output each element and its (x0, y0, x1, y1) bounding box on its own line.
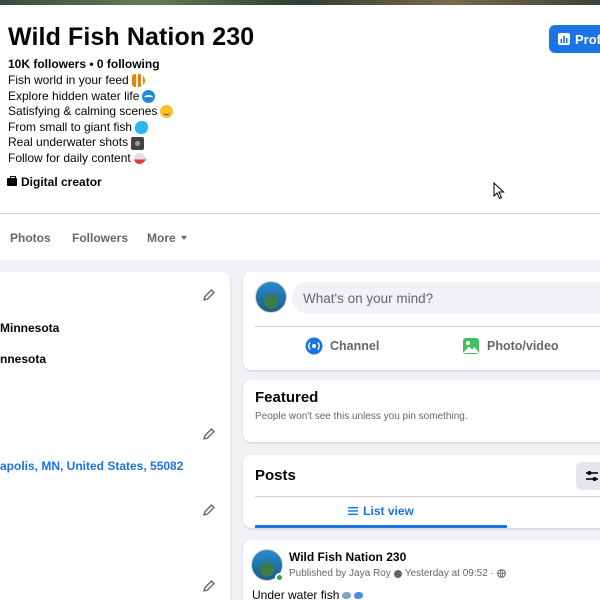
channel-button[interactable]: Channel (305, 334, 379, 358)
edit-icon[interactable] (202, 503, 216, 517)
bio-text: Explore hidden water life (8, 88, 140, 103)
intro-card: Minnesota nnesota apolis, MN, United Sta… (0, 272, 230, 600)
featured-subtitle: People won't see this unless you pin som… (255, 411, 468, 422)
tab-label: Followers (72, 231, 129, 245)
intro-hometown: nnesota (0, 352, 47, 366)
posts-card: Posts List view (243, 455, 600, 528)
list-icon (348, 507, 359, 515)
globe-icon (496, 569, 506, 578)
bio-line: Satisfying & calming scenes (8, 104, 174, 120)
tab-label: More (147, 231, 176, 245)
fish-emoji (354, 591, 364, 599)
briefcase-icon (7, 176, 17, 186)
bio-text: From small to giant fish (8, 119, 133, 134)
photo-video-icon (463, 338, 479, 354)
bio-line: Follow for daily content (8, 151, 173, 167)
chart-icon (558, 33, 570, 45)
channel-label: Channel (330, 339, 380, 353)
fish-emoji (342, 591, 352, 599)
page-category: Digital creator (7, 175, 102, 189)
bio: Fish world in your feed Explore hidden w… (8, 73, 174, 167)
list-view-label: List view (363, 504, 414, 518)
featured-title: Featured (255, 389, 319, 406)
intro-address-link[interactable]: apolis, MN, United States, 55082 (0, 459, 183, 473)
rocket-emoji (131, 150, 148, 167)
edit-icon[interactable] (202, 579, 216, 593)
follower-stats[interactable]: 10K followers • 0 following (8, 57, 160, 71)
tab-label: Photos (10, 231, 51, 245)
edit-icon[interactable] (202, 288, 216, 302)
tab-followers[interactable]: Followers (72, 231, 128, 245)
post-meta: Published by Jaya Roy Yesterday at 09:52… (289, 568, 506, 579)
posts-title: Posts (255, 467, 296, 484)
post-timestamp[interactable]: Yesterday at 09:52 · (405, 568, 494, 579)
professional-dashboard-label: Profe (575, 31, 600, 47)
mouse-cursor-icon (493, 182, 505, 200)
post-author[interactable]: Wild Fish Nation 230 (289, 550, 406, 564)
divider (255, 326, 600, 327)
bio-text: Satisfying & calming scenes (8, 104, 158, 119)
professional-dashboard-button[interactable]: Profe (549, 25, 600, 53)
tab-more[interactable]: More (147, 231, 187, 245)
post-body: Under water fish (252, 588, 340, 600)
bio-text: Follow for daily content (8, 150, 131, 165)
tab-list-view[interactable]: List view (255, 497, 507, 528)
wave-emoji (142, 89, 156, 103)
bio-text: Fish world in your feed (8, 73, 129, 87)
intro-location: Minnesota (0, 321, 60, 335)
page-title: Wild Fish Nation 230 (8, 23, 255, 51)
photo-video-label: Photo/video (487, 339, 559, 353)
edit-icon[interactable] (202, 427, 216, 441)
online-status-dot (275, 573, 284, 582)
chevron-down-icon (180, 236, 187, 240)
profile-header: Wild Fish Nation 230 Profe 10K followers… (0, 5, 600, 213)
published-by[interactable]: Published by Jaya Roy (289, 568, 391, 579)
camera-emoji (131, 136, 145, 150)
photo-video-button[interactable]: Photo/video (462, 334, 559, 358)
profile-tabs: Photos Followers More (0, 213, 600, 260)
filters-button[interactable] (576, 462, 600, 490)
tab-photos[interactable]: Photos (10, 231, 51, 245)
filter-icon (586, 471, 598, 481)
fish-emoji (135, 121, 149, 135)
post-card: Wild Fish Nation 230 Published by Jaya R… (243, 540, 600, 600)
bio-line: From small to giant fish (8, 120, 173, 136)
post-text: Under water fish (252, 588, 364, 600)
avatar[interactable] (255, 281, 287, 313)
whats-on-your-mind-input[interactable] (292, 282, 600, 314)
bio-line: Real underwater shots (8, 135, 173, 151)
channel-icon (305, 337, 323, 355)
smiling-face-emoji (160, 105, 174, 119)
info-icon[interactable] (393, 569, 402, 578)
bio-text: Real underwater shots (8, 135, 129, 150)
tropical-fish-emoji (131, 74, 145, 88)
featured-card: Featured People won't see this unless yo… (243, 380, 600, 442)
post-composer: Channel Photo/video (243, 272, 600, 370)
bio-line: Fish world in your feed (8, 73, 173, 89)
bio-line: Explore hidden water life (8, 89, 173, 105)
category-label: Digital creator (21, 175, 102, 189)
